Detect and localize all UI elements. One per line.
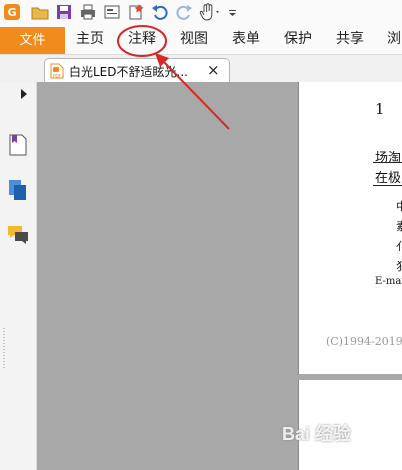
save-icon[interactable] [55,3,73,21]
page-text-line-2: 在极 [375,171,402,186]
bookmark-icon[interactable] [8,134,28,156]
svg-text:PDF: PDF [53,74,61,79]
expand-panel-icon[interactable] [20,89,28,99]
menu-comment[interactable]: 注释 [128,27,156,54]
page-rule [373,162,402,163]
page-affiliation-char: 亻 [396,240,402,253]
document-tab[interactable]: PDF 白光LED不舒适眩光... × [44,58,230,83]
pdf-file-icon: PDF [50,63,64,79]
print-icon[interactable] [79,3,97,21]
pages-thumbnail-icon[interactable] [8,179,28,201]
page-text-line-1: 场淘 [375,151,402,166]
page-number: 1 [375,100,385,118]
page-email: E-mai [375,276,402,287]
page-copyright: (C)1994-2019 [326,335,402,348]
redo-icon[interactable] [175,3,193,21]
customize-dropdown-icon[interactable] [228,3,238,21]
quick-access-toolbar: G [0,0,402,27]
watermark: Bai 经验 [282,424,352,444]
page-affiliation-char: 犭 [396,260,402,273]
menu-browse[interactable]: 浏 [387,27,401,54]
menu-protect[interactable]: 保护 [284,27,312,54]
close-tab-icon[interactable]: × [207,61,220,79]
properties-icon[interactable] [103,3,121,21]
app-logo-icon[interactable]: G [3,3,21,21]
page-affiliation-char: 中 [396,200,402,213]
menu-file[interactable]: 文件 [0,27,65,54]
document-tab-title: 白光LED不舒适眩光... [69,65,188,79]
menu-view[interactable]: 视图 [180,27,208,54]
comments-panel-icon[interactable] [7,225,29,245]
new-doc-icon[interactable] [127,3,145,21]
hand-tool-icon[interactable] [199,3,223,21]
page-affiliation-char: 素 [396,220,402,233]
open-folder-icon[interactable] [31,3,49,21]
page-rule [373,185,402,186]
undo-icon[interactable] [151,3,169,21]
svg-text:G: G [7,6,16,19]
menu-form[interactable]: 表单 [232,27,260,54]
menu-home[interactable]: 主页 [76,27,104,54]
document-page-1 [299,82,402,374]
navigation-sidebar [0,82,37,470]
sidebar-resize-handle[interactable] [2,328,6,370]
menu-share[interactable]: 共享 [336,27,364,54]
